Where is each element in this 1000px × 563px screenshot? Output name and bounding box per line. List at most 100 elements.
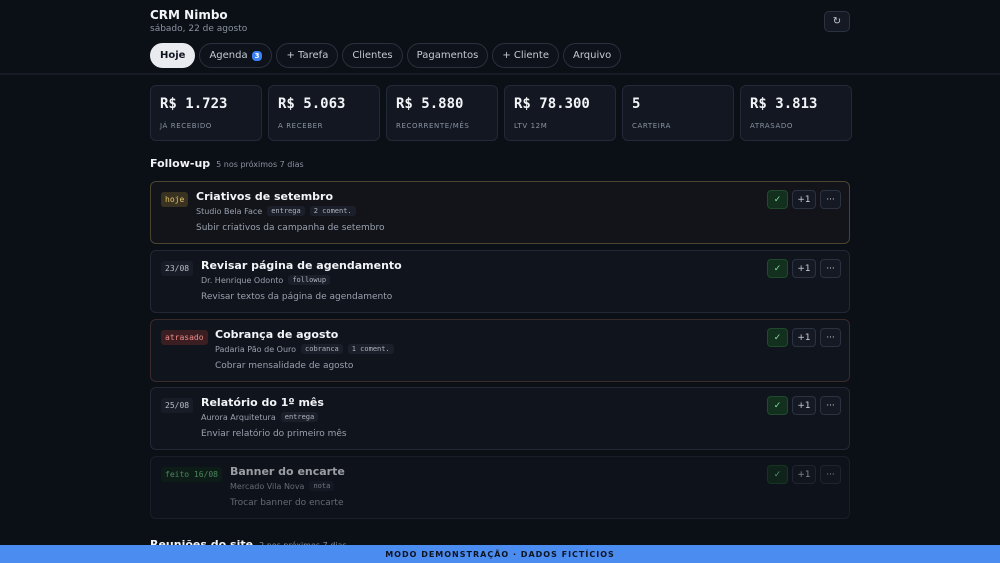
task-description: Subir criativos da campanha de setembro	[196, 223, 385, 233]
card-actions: ✓ +1 ···	[767, 396, 841, 415]
postpone-button[interactable]: +1	[792, 259, 816, 278]
stat-value: R$ 5.880	[396, 96, 464, 112]
tab-clientes[interactable]: Clientes	[342, 43, 403, 68]
tab-label: Agenda	[209, 50, 248, 61]
task-meta: Dr. Henrique Odonto followup	[201, 275, 331, 285]
stat-label: LTV 12M	[514, 122, 548, 130]
complete-button[interactable]: ✓	[767, 259, 788, 278]
tab-hoje[interactable]: Hoje	[150, 43, 196, 68]
stat-label: A RECEBER	[278, 122, 324, 130]
stat-label: JÁ RECEBIDO	[160, 122, 212, 130]
due-date-tag: hoje	[161, 192, 189, 207]
task-description: Cobrar mensalidade de agosto	[215, 361, 354, 371]
card-actions: ✓ +1 ···	[767, 190, 841, 209]
stat-value: R$ 1.723	[160, 96, 228, 112]
due-date-tag: feito 16/08	[161, 467, 222, 482]
demo-mode-banner: MODO DEMONSTRAÇÃO · DADOS FICTÍCIOS	[0, 545, 1000, 563]
tab-label: Pagamentos	[416, 50, 479, 61]
postpone-button[interactable]: +1	[792, 328, 816, 347]
stat-label: ATRASADO	[750, 122, 793, 130]
postpone-button[interactable]: +1	[792, 190, 816, 209]
tab-label: + Cliente	[502, 50, 549, 61]
stat-card-atrasado: R$ 3.813 ATRASADO	[740, 85, 852, 141]
refresh-button[interactable]: ↻	[824, 11, 850, 32]
stat-label: RECORRENTE/MÊS	[396, 122, 470, 130]
followup-card[interactable]: hoje Criativos de setembro Studio Bela F…	[150, 181, 850, 244]
complete-button[interactable]: ✓	[767, 465, 788, 484]
current-date: sábado, 22 de agosto	[150, 24, 248, 34]
task-type-chip: followup	[288, 275, 331, 285]
stat-card-recorrente: R$ 5.880 RECORRENTE/MÊS	[386, 85, 498, 141]
task-meta: Aurora Arquitetura entrega	[201, 412, 319, 422]
section-title: Follow-up	[150, 157, 211, 170]
complete-button[interactable]: ✓	[767, 190, 788, 209]
complete-button[interactable]: ✓	[767, 396, 788, 415]
section-subtitle: 5 nos próximos 7 dias	[216, 160, 304, 169]
more-options-button[interactable]: ···	[820, 465, 841, 484]
client-name: Dr. Henrique Odonto	[201, 275, 284, 285]
tab-label: Clientes	[352, 50, 393, 61]
stat-card-recebido: R$ 1.723 JÁ RECEBIDO	[150, 85, 262, 141]
comments-chip: 2 coment.	[309, 206, 356, 216]
followup-card[interactable]: atrasado Cobrança de agosto Padaria Pão …	[150, 319, 850, 382]
postpone-button[interactable]: +1	[792, 465, 816, 484]
stat-value: R$ 5.063	[278, 96, 346, 112]
task-title: Relatório do 1º mês	[201, 396, 324, 409]
task-description: Enviar relatório do primeiro mês	[201, 429, 347, 439]
tab-arquivo[interactable]: Arquivo	[562, 43, 622, 68]
more-options-button[interactable]: ···	[820, 396, 841, 415]
app-title: CRM Nimbo	[150, 8, 228, 22]
stat-label: CARTEIRA	[632, 122, 671, 130]
task-meta: Padaria Pão de Ouro cobranca 1 coment.	[215, 344, 394, 354]
stats-row: R$ 1.723 JÁ RECEBIDO R$ 5.063 A RECEBER …	[150, 85, 852, 141]
agenda-count-badge: 3	[251, 50, 263, 61]
tab-label: Arquivo	[572, 50, 612, 61]
stat-card-a-receber: R$ 5.063 A RECEBER	[268, 85, 380, 141]
tab-agenda[interactable]: Agenda 3	[199, 43, 273, 68]
task-type-chip: entrega	[267, 206, 305, 216]
task-type-chip: nota	[309, 481, 335, 491]
followup-card[interactable]: 23/08 Revisar página de agendamento Dr. …	[150, 250, 850, 313]
app-header: CRM Nimbo sábado, 22 de agosto ↻ Hoje Ag…	[0, 0, 1000, 75]
main-tabs: Hoje Agenda 3 + Tarefa Clientes Pagamento…	[150, 43, 622, 68]
stat-value: R$ 78.300	[514, 96, 590, 112]
task-meta: Mercado Vila Nova nota	[230, 481, 335, 491]
comments-chip: 1 coment.	[347, 344, 394, 354]
card-actions: ✓ +1 ···	[767, 465, 841, 484]
stat-value: R$ 3.813	[750, 96, 818, 112]
stat-card-ltv: R$ 78.300 LTV 12M	[504, 85, 616, 141]
tab-novo-cliente[interactable]: + Cliente	[492, 43, 559, 68]
followup-card[interactable]: 25/08 Relatório do 1º mês Aurora Arquite…	[150, 387, 850, 450]
complete-button[interactable]: ✓	[767, 328, 788, 347]
task-title: Banner do encarte	[230, 465, 345, 478]
task-title: Revisar página de agendamento	[201, 259, 402, 272]
task-type-chip: entrega	[280, 412, 319, 422]
more-options-button[interactable]: ···	[820, 259, 841, 278]
tab-label: Hoje	[160, 50, 186, 61]
task-description: Revisar textos da página de agendamento	[201, 292, 393, 302]
client-name: Padaria Pão de Ouro	[215, 344, 297, 354]
due-date-tag: 23/08	[161, 261, 194, 276]
followup-header: Follow-up 5 nos próximos 7 dias	[150, 157, 304, 170]
tab-label: + Tarefa	[286, 50, 329, 61]
postpone-button[interactable]: +1	[792, 396, 816, 415]
due-date-tag: 25/08	[161, 398, 194, 413]
client-name: Studio Bela Face	[196, 206, 263, 216]
stat-card-carteira: 5 CARTEIRA	[622, 85, 734, 141]
more-options-button[interactable]: ···	[820, 190, 841, 209]
client-name: Mercado Vila Nova	[230, 481, 305, 491]
tab-nova-tarefa[interactable]: + Tarefa	[276, 43, 339, 68]
card-actions: ✓ +1 ···	[767, 259, 841, 278]
due-date-tag: atrasado	[161, 330, 208, 345]
task-type-chip: cobranca	[301, 344, 343, 354]
followup-card[interactable]: feito 16/08 Banner do encarte Mercado Vi…	[150, 456, 850, 519]
tab-pagamentos[interactable]: Pagamentos	[406, 43, 489, 68]
task-meta: Studio Bela Face entrega 2 coment.	[196, 206, 356, 216]
task-title: Cobrança de agosto	[215, 328, 339, 341]
stat-value: 5	[632, 96, 641, 112]
task-title: Criativos de setembro	[196, 190, 334, 203]
more-options-button[interactable]: ···	[820, 328, 841, 347]
card-actions: ✓ +1 ···	[767, 328, 841, 347]
client-name: Aurora Arquitetura	[201, 412, 276, 422]
refresh-icon: ↻	[832, 16, 842, 27]
